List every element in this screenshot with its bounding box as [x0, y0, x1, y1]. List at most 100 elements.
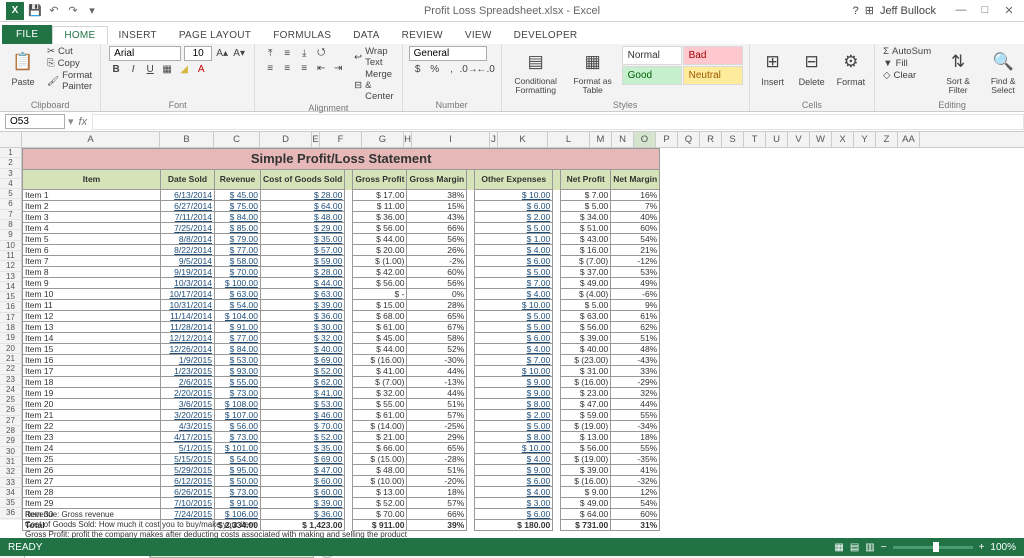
row-header[interactable]: 29 [0, 436, 22, 446]
table-row[interactable]: Item 58/8/2014$ 79.00$ 35.00$ 44.0056%$ … [23, 234, 660, 245]
col-header-Q[interactable]: Q [678, 132, 700, 147]
table-row[interactable]: Item 234/17/2015$ 73.00$ 52.00$ 21.0029%… [23, 432, 660, 443]
qat-dropdown-icon[interactable]: ▾ [84, 3, 100, 19]
table-row[interactable]: Item 910/3/2014$ 100.00$ 44.00$ 56.0056%… [23, 278, 660, 289]
zoom-in-icon[interactable]: + [979, 542, 985, 553]
indent-decrease-icon[interactable]: ⇤ [314, 61, 328, 75]
help-icon[interactable]: ? [853, 5, 859, 17]
table-row[interactable]: Item 1010/17/2014$ 63.00$ 63.00$ -0%$ 4.… [23, 289, 660, 300]
table-row[interactable]: Item 255/15/2015$ 54.00$ 69.00$ (15.00)-… [23, 454, 660, 465]
col-header-Y[interactable]: Y [854, 132, 876, 147]
col-header-A[interactable]: A [22, 132, 160, 147]
column-headers[interactable]: ABCDEFGHIJKLMNOPQRSTUVWXYZAA [0, 132, 1024, 148]
row-header[interactable]: 1 [0, 148, 22, 158]
table-row[interactable]: Item 1110/31/2014$ 54.00$ 39.00$ 15.0028… [23, 300, 660, 311]
row-header[interactable]: 19 [0, 333, 22, 343]
row-header[interactable]: 6 [0, 199, 22, 209]
fx-icon[interactable]: fx [79, 116, 88, 128]
percent-icon[interactable]: % [428, 62, 442, 76]
col-header-Z[interactable]: Z [876, 132, 898, 147]
tab-view[interactable]: VIEW [454, 27, 503, 44]
fill-button[interactable]: ▼Fill [881, 58, 933, 69]
table-row[interactable]: Item 265/29/2015$ 95.00$ 47.00$ 48.0051%… [23, 465, 660, 476]
table-row[interactable]: Item 47/25/2014$ 85.00$ 29.00$ 56.0066%$… [23, 223, 660, 234]
col-header-AA[interactable]: AA [898, 132, 920, 147]
row-header[interactable]: 12 [0, 261, 22, 271]
table-row[interactable]: Item 37/11/2014$ 84.00$ 48.00$ 36.0043%$… [23, 212, 660, 223]
underline-button[interactable]: U [143, 62, 157, 76]
col-header-D[interactable]: D [260, 132, 312, 147]
row-header[interactable]: 2 [0, 158, 22, 168]
table-row[interactable]: Item 1311/28/2014$ 91.00$ 30.00$ 61.0067… [23, 322, 660, 333]
row-header[interactable]: 13 [0, 272, 22, 282]
style-good[interactable]: Good [622, 66, 682, 85]
col-header-W[interactable]: W [810, 132, 832, 147]
row-header[interactable]: 18 [0, 323, 22, 333]
table-row[interactable]: Item 26/27/2014$ 75.00$ 64.00$ 11.0015%$… [23, 201, 660, 212]
table-row[interactable]: Item 192/20/2015$ 73.00$ 41.00$ 32.0044%… [23, 388, 660, 399]
decrease-font-icon[interactable]: A▾ [232, 47, 246, 61]
table-row[interactable]: Item 79/5/2014$ 58.00$ 59.00$ (1.00)-2%$… [23, 256, 660, 267]
autosum-button[interactable]: ΣAutoSum [881, 46, 933, 57]
col-header-P[interactable]: P [656, 132, 678, 147]
col-header-O[interactable]: O [634, 132, 656, 147]
conditional-formatting-button[interactable]: ▤Conditional Formatting [508, 46, 564, 97]
row-header[interactable]: 36 [0, 508, 22, 518]
tab-developer[interactable]: DEVELOPER [503, 27, 589, 44]
view-normal-icon[interactable]: ▦ [834, 542, 843, 553]
col-header-C[interactable]: C [214, 132, 260, 147]
row-header[interactable]: 8 [0, 220, 22, 230]
row-header[interactable]: 5 [0, 189, 22, 199]
col-header-R[interactable]: R [700, 132, 722, 147]
style-neutral[interactable]: Neutral [683, 66, 743, 85]
col-header-I[interactable]: I [412, 132, 490, 147]
increase-font-icon[interactable]: A▴ [215, 47, 229, 61]
row-header[interactable]: 3 [0, 169, 22, 179]
format-painter-button[interactable]: 🖌Format Painter [45, 70, 94, 92]
table-row[interactable]: Item 161/9/2015$ 53.00$ 69.00$ (16.00)-3… [23, 355, 660, 366]
italic-button[interactable]: I [126, 62, 140, 76]
tab-home[interactable]: HOME [52, 26, 107, 44]
col-header-M[interactable]: M [590, 132, 612, 147]
table-row[interactable]: Item 224/3/2015$ 56.00$ 70.00$ (14.00)-2… [23, 421, 660, 432]
row-header[interactable]: 23 [0, 375, 22, 385]
maximize-icon[interactable]: □ [974, 4, 996, 17]
col-header-L[interactable]: L [548, 132, 590, 147]
row-header[interactable]: 14 [0, 282, 22, 292]
table-row[interactable]: Item 286/26/2015$ 73.00$ 60.00$ 13.0018%… [23, 487, 660, 498]
tab-file[interactable]: FILE [2, 25, 52, 44]
zoom-out-icon[interactable]: − [881, 542, 887, 553]
sort-filter-button[interactable]: ⇅Sort & Filter [938, 46, 978, 97]
col-header-G[interactable]: G [362, 132, 404, 147]
row-header[interactable]: 30 [0, 447, 22, 457]
row-header[interactable]: 21 [0, 354, 22, 364]
wrap-text-button[interactable]: ↩Wrap Text [352, 46, 395, 68]
row-header[interactable]: 34 [0, 488, 22, 498]
col-header-S[interactable]: S [722, 132, 744, 147]
table-row[interactable]: Item 89/19/2014$ 70.00$ 28.00$ 42.0060%$… [23, 267, 660, 278]
row-header[interactable]: 28 [0, 426, 22, 436]
table-row[interactable]: Item 1211/14/2014$ 104.00$ 36.00$ 68.006… [23, 311, 660, 322]
namebox-dropdown-icon[interactable]: ▾ [68, 115, 74, 128]
row-header[interactable]: 26 [0, 405, 22, 415]
name-box[interactable] [5, 114, 65, 129]
row-header[interactable]: 22 [0, 364, 22, 374]
cut-button[interactable]: ✂Cut [45, 46, 94, 57]
fill-color-button[interactable]: ◢ [177, 62, 191, 76]
tab-formulas[interactable]: FORMULAS [262, 27, 342, 44]
col-header-B[interactable]: B [160, 132, 214, 147]
table-row[interactable]: Item 297/10/2015$ 91.00$ 39.00$ 52.0057%… [23, 498, 660, 509]
col-header-X[interactable]: X [832, 132, 854, 147]
col-header-K[interactable]: K [498, 132, 548, 147]
undo-icon[interactable]: ↶ [46, 3, 62, 19]
col-header-T[interactable]: T [744, 132, 766, 147]
row-header[interactable]: 7 [0, 210, 22, 220]
zoom-slider[interactable] [893, 546, 973, 549]
style-bad[interactable]: Bad [683, 46, 743, 65]
tab-data[interactable]: DATA [342, 27, 390, 44]
align-right-icon[interactable]: ≡ [297, 61, 311, 75]
align-left-icon[interactable]: ≡ [263, 61, 277, 75]
row-header[interactable]: 33 [0, 478, 22, 488]
zoom-level[interactable]: 100% [990, 542, 1016, 553]
align-bottom-icon[interactable]: ⤓ [297, 46, 311, 60]
